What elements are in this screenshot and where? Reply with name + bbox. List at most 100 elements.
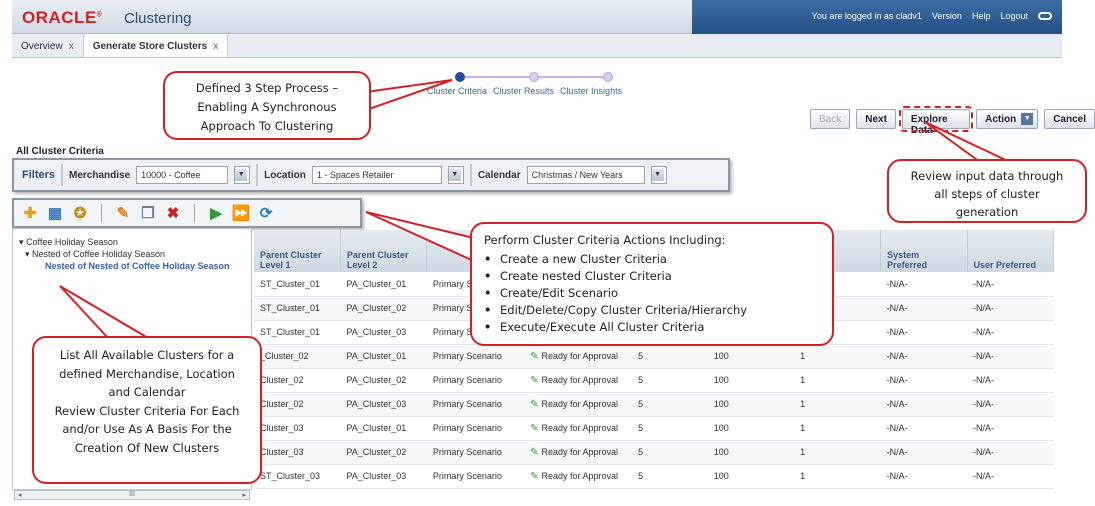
col-parent-1[interactable]: Parent Cluster Level 1: [254, 230, 341, 272]
tab-label: Generate Store Clusters: [92, 41, 208, 52]
callout-item: Create/Edit Scenario: [484, 285, 820, 302]
table-cell: -N/A-: [880, 344, 967, 369]
chevron-down-icon: ▼: [235, 169, 248, 181]
callout-line: and Calendar: [108, 385, 186, 399]
col-system-preferred[interactable]: System Preferred: [880, 230, 968, 272]
table-cell: -N/A-: [967, 440, 1054, 465]
scenario-icon[interactable]: ✪: [70, 203, 90, 223]
train-label-results[interactable]: Cluster Results: [493, 86, 554, 96]
chevron-down-icon[interactable]: ▼: [1021, 113, 1034, 125]
table-cell: 1: [794, 344, 881, 369]
tree-scrollbar[interactable]: ◂ III ▸: [14, 490, 250, 500]
scroll-thumb-icon: III: [129, 491, 135, 498]
logout-link[interactable]: Logout: [1000, 11, 1028, 21]
tab-overview[interactable]: Overview x: [12, 34, 84, 57]
table-cell: Primary Scenario: [426, 392, 525, 417]
col-user-preferred[interactable]: User Preferred: [967, 230, 1054, 272]
chevron-down-icon: ▼: [448, 169, 461, 181]
delete-icon[interactable]: ✖: [163, 203, 183, 223]
table-cell: -N/A-: [967, 296, 1054, 321]
table-row[interactable]: Cluster_02 PA_Cluster_02 Primary Scenario ✎…: [254, 368, 1054, 393]
version-link[interactable]: Version: [932, 11, 962, 21]
callout-line: defined Merchandise, Location: [59, 366, 235, 381]
tab-bar: Overview x Generate Store Clusters x: [12, 34, 1062, 58]
header-links: You are logged in as cladv1 Version Help…: [812, 11, 1052, 21]
table-cell: 5: [632, 392, 708, 417]
callout-item: Execute/Execute All Cluster Criteria: [484, 319, 820, 336]
back-button[interactable]: Back: [810, 109, 851, 129]
table-cell: 100: [707, 392, 795, 417]
chevron-down-icon: ▼: [651, 169, 664, 181]
table-cell: Cluster_02: [254, 368, 341, 393]
process-train: [455, 72, 615, 82]
table-cell: -N/A-: [880, 368, 967, 393]
edit-icon[interactable]: ✎: [113, 203, 133, 223]
calendar-label: Calendar: [477, 169, 521, 181]
tree-item[interactable]: ▾ Nested of Coffee Holiday Season: [25, 249, 165, 260]
table-cell: PA_Cluster_02: [340, 368, 427, 393]
table-cell: ST_Cluster_01: [254, 320, 341, 345]
table-cell: -N/A-: [880, 296, 967, 321]
merchandise-select[interactable]: 10000 - Coffee: [136, 166, 229, 184]
callout-line: Approach To Clustering: [200, 119, 334, 133]
table-cell: PA_Cluster_02: [340, 296, 427, 321]
table-row[interactable]: Cluster_02 PA_Cluster_03 Primary Scenario ✎…: [254, 392, 1054, 417]
callout-line: all steps of cluster: [934, 187, 1040, 201]
merchandise-dropdown[interactable]: ▼: [234, 166, 251, 184]
toggle-icon[interactable]: [1038, 12, 1052, 20]
copy-icon[interactable]: ❐: [138, 203, 158, 223]
next-button[interactable]: Next: [856, 109, 896, 129]
callout-item: Edit/Delete/Copy Cluster Criteria/Hierar…: [484, 302, 820, 319]
table-cell: -N/A-: [880, 416, 967, 441]
table-cell: -N/A-: [967, 344, 1054, 369]
action-label: Action: [985, 113, 1017, 125]
close-icon[interactable]: x: [213, 41, 218, 52]
table-cell: 100: [707, 344, 795, 369]
table-cell: PA_Cluster_01: [340, 416, 427, 441]
table-row[interactable]: Cluster_03 PA_Cluster_02 Primary Scenario ✎…: [254, 440, 1054, 465]
execute-all-icon[interactable]: ⏩: [231, 203, 251, 223]
app-header: ORACLE® Clustering You are logged in as …: [12, 0, 1062, 34]
table-row[interactable]: ST_Cluster_03 PA_Cluster_03 Primary Scenar…: [254, 464, 1054, 489]
calendar-select[interactable]: Christmas / New Years: [526, 166, 645, 184]
approval-status-icon: ✎: [530, 422, 539, 434]
close-icon[interactable]: x: [69, 41, 74, 52]
scroll-right-icon: ▸: [242, 492, 246, 499]
location-select[interactable]: 1 - Spaces Retailer: [311, 166, 442, 184]
table-cell: PA_Cluster_03: [340, 392, 427, 417]
table-cell: -N/A-: [880, 272, 967, 297]
table-cell: PA_Cluster_01: [340, 272, 427, 297]
actions-callout: Perform Cluster Criteria Actions Includi…: [470, 222, 834, 346]
table-row[interactable]: Cluster_03 PA_Cluster_01 Primary Scenario ✎…: [254, 416, 1054, 441]
table-cell: Primary Scenario: [426, 416, 525, 441]
train-label-criteria[interactable]: Cluster Criteria: [427, 86, 487, 96]
help-link[interactable]: Help: [972, 11, 991, 21]
table-cell: 100: [707, 440, 795, 465]
table-row[interactable]: _Cluster_02 PA_Cluster_01 Primary Scenario…: [254, 344, 1054, 369]
create-criteria-icon[interactable]: ✚: [20, 203, 40, 223]
cancel-button[interactable]: Cancel: [1044, 109, 1095, 129]
app-title: Clustering: [124, 10, 192, 27]
table-cell: 100: [707, 368, 795, 393]
action-menu-button[interactable]: Action ▼: [976, 109, 1039, 129]
tree-item-selected[interactable]: Nested of Nested of Coffee Holiday Seaso…: [45, 261, 230, 271]
section-title: All Cluster Criteria: [16, 146, 104, 157]
train-step-results[interactable]: [529, 72, 539, 82]
callout-line: Review input data through: [910, 169, 1064, 183]
location-dropdown[interactable]: ▼: [447, 166, 464, 184]
col-parent-2[interactable]: Parent Cluster Level 2: [340, 230, 428, 272]
execute-icon[interactable]: ▶: [206, 203, 226, 223]
table-cell: ✎ Ready for Approval: [524, 392, 633, 417]
callout-line: Creation Of New Clusters: [74, 440, 220, 455]
location-label: Location: [264, 169, 306, 181]
tab-generate-store-clusters[interactable]: Generate Store Clusters x: [83, 34, 229, 57]
train-step-insights[interactable]: [603, 72, 613, 82]
table-cell: Cluster_03: [254, 416, 341, 441]
explore-data-button[interactable]: Explore Data: [898, 106, 974, 136]
create-nested-icon[interactable]: ▦: [45, 203, 65, 223]
tree-item[interactable]: ▾ Coffee Holiday Season: [19, 237, 118, 248]
list-callout: List All Available Clusters for a define…: [32, 336, 262, 484]
calendar-dropdown[interactable]: ▼: [650, 166, 667, 184]
train-label-insights[interactable]: Cluster Insights: [560, 86, 622, 96]
train-step-criteria[interactable]: [455, 72, 465, 82]
